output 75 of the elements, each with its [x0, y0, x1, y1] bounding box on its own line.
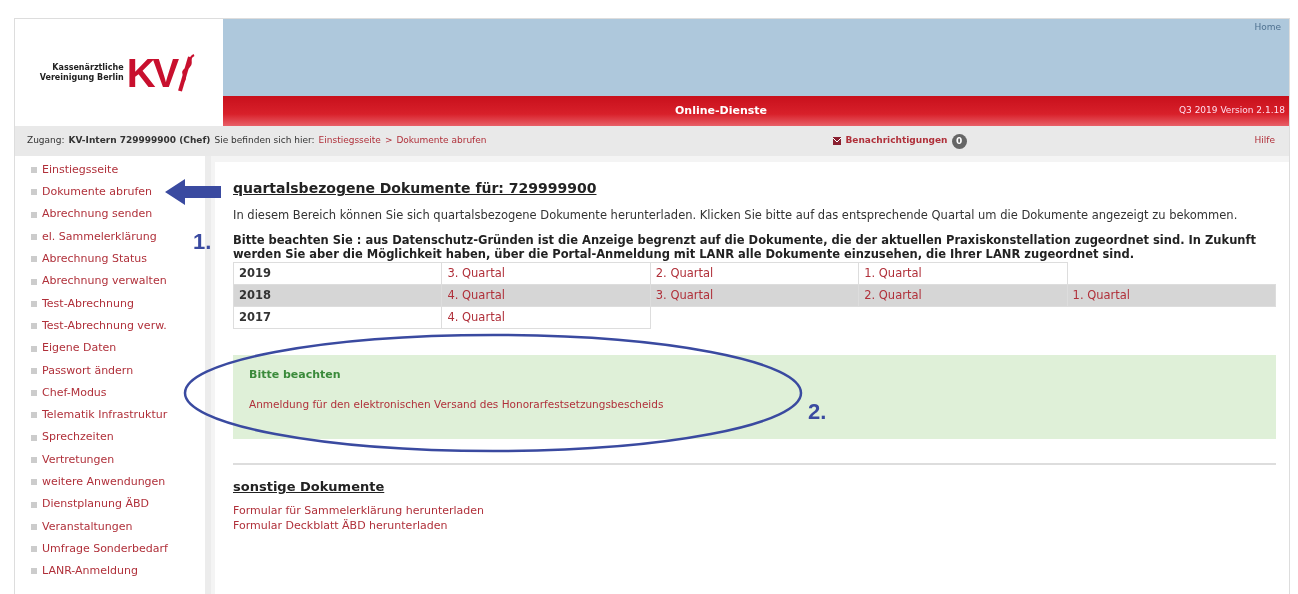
bullet-icon: [31, 211, 37, 218]
bullet-icon: [31, 568, 37, 575]
mail-icon: [833, 137, 842, 145]
bullet-icon: [31, 546, 37, 553]
app-title: Online-Dienste: [673, 102, 768, 119]
sidebar-item[interactable]: Test-Abrechnung verw.: [42, 317, 167, 335]
bullet-icon: [31, 189, 37, 196]
download-link[interactable]: Formular Deckblatt ÄBD herunterladen: [233, 519, 448, 535]
quarter-link[interactable]: 2. Quartal: [864, 287, 922, 302]
access-user: KV-Intern 729999900 (Chef): [68, 134, 211, 148]
bullet-icon: [31, 434, 37, 441]
bullet-icon: [31, 390, 37, 397]
help-link[interactable]: Hilfe: [1254, 134, 1275, 148]
sidebar-item[interactable]: Dokumente abrufen: [42, 184, 153, 201]
year-cell: 2017: [233, 306, 442, 329]
logo-text: Vereinigung Berlin: [39, 72, 124, 83]
sidebar-item[interactable]: Dienstplanung ÄBD: [42, 496, 150, 513]
bullet-icon: [31, 501, 37, 508]
access-label: Zugang:: [27, 134, 65, 148]
quarter-link[interactable]: 1. Quartal: [864, 265, 922, 280]
sidebar-item[interactable]: Chef-Modus: [42, 384, 107, 402]
breadcrumb-link[interactable]: Einstiegsseite: [318, 134, 381, 148]
sidebar-item[interactable]: Abrechnung senden: [42, 206, 153, 223]
bullet-icon: [31, 412, 37, 419]
bullet-icon: [31, 367, 37, 374]
annotation-number: 1.: [193, 228, 212, 256]
notifications-link[interactable]: Benachrichtigungen: [845, 134, 948, 148]
sidebar-item[interactable]: el. Sammelerklärung: [42, 228, 157, 246]
bullet-icon: [31, 300, 37, 307]
sidebar-item[interactable]: Test-Abrechnung: [42, 295, 134, 313]
notice-text: Bitte beachten Sie : aus Datenschutz-Gründen ist die Anzeige begrenzt auf die Dokumente, die der aktuellen Praxiskonstellation zugeordnet sind. In Zukunft werden Sie aber die Möglichkeit haben, über die Portal-Anmeldung mit LANR alle Dokumente einzusehen, die Ihrer LANR zugeordnet sind.: [233, 233, 1258, 262]
page-heading: quartalsbezogene Dokumente für: 729999900: [233, 179, 598, 198]
sidebar-item[interactable]: Umfrage Sonderbedarf: [42, 540, 168, 558]
bullet-icon: [31, 479, 37, 486]
sidebar-item[interactable]: Abrechnung Status: [42, 251, 148, 268]
bullet-icon: [31, 167, 37, 174]
quarter-link[interactable]: 3. Quartal: [655, 287, 714, 302]
sidebar-item[interactable]: Sprechzeiten: [42, 429, 114, 446]
sidebar-item[interactable]: LANR-Anmeldung: [42, 563, 138, 580]
bullet-icon: [31, 457, 37, 463]
breadcrumb-link[interactable]: Dokumente abrufen: [396, 134, 487, 148]
bullet-icon: [31, 323, 37, 330]
section-heading: sonstige Dokumente: [233, 477, 386, 496]
sidebar-item[interactable]: Abrechnung verwalten: [42, 273, 167, 290]
bullet-icon: [31, 345, 37, 352]
bullet-icon: [31, 234, 37, 241]
sidebar-item[interactable]: Vertretungen: [42, 451, 115, 469]
sidebar-item[interactable]: Veranstaltungen: [42, 518, 133, 536]
notification-count: 0: [951, 133, 967, 149]
quarter-link[interactable]: 4. Quartal: [447, 287, 505, 302]
registration-link[interactable]: Anmeldung für den elektronischen Versand des Honorarfestsetzungsbescheids: [249, 398, 664, 411]
sidebar-item[interactable]: Einstiegsseite: [42, 161, 119, 179]
download-link[interactable]: Formular für Sammelerklärung herunterladen: [233, 504, 485, 520]
sidebar-item[interactable]: Eigene Daten: [42, 340, 117, 357]
bullet-icon: [31, 256, 37, 263]
quarter-link[interactable]: 1. Quartal: [1072, 287, 1131, 302]
intro-text: In diesem Bereich können Sie sich quartalsbezogene Dokumente herunterladen. Klicken Sie bitte auf das entsprechende Quartal um die Dokumente angezeigt zu bekommen.: [233, 207, 1239, 224]
year-cell: 2018: [233, 284, 442, 307]
sidebar-item[interactable]: weitere Anwendungen: [42, 474, 166, 491]
location-label: Sie befinden sich hier:: [214, 134, 315, 148]
arrow-annotation: [165, 179, 221, 205]
bullet-icon: [31, 278, 37, 285]
quarter-link[interactable]: 2. Quartal: [655, 265, 714, 280]
annotation-number: 2.: [808, 397, 827, 426]
quarter-link[interactable]: 4. Quartal: [447, 309, 505, 324]
version-text: Q3 2019 Version 2.1.18: [1178, 104, 1286, 118]
panel-title: Bitte beachten: [249, 366, 342, 383]
year-cell: 2019: [233, 262, 442, 285]
sidebar-item[interactable]: Telematik Infrastruktur: [42, 407, 168, 424]
bullet-icon: [31, 523, 37, 530]
logo-text: Kassenärztliche: [51, 62, 124, 73]
sidebar-item[interactable]: Passwort ändern: [42, 362, 134, 380]
logo-mark: KV: [126, 52, 177, 93]
breadcrumb-separator: >: [384, 134, 393, 148]
quarter-link[interactable]: 3. Quartal: [447, 265, 505, 280]
